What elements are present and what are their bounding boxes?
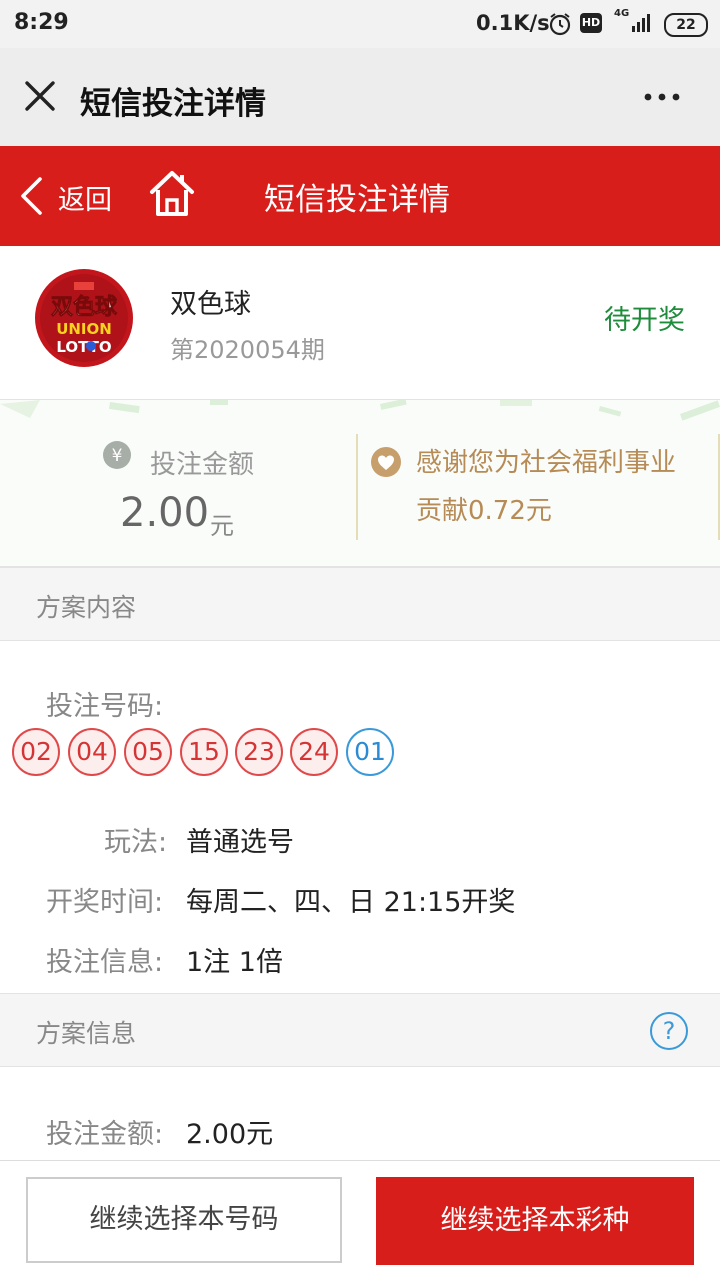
red-ball: 05 <box>124 728 172 776</box>
status-bar: 8:29 0.1K/s HD 4G 22 <box>0 0 720 48</box>
bottom-action-bar: 继续选择本号码 继续选择本彩种 <box>0 1160 720 1281</box>
red-ball: 24 <box>290 728 338 776</box>
bet-info-value: 1注 1倍 <box>186 947 283 978</box>
amount-label: 投注金额 <box>150 450 255 480</box>
red-ball: 04 <box>68 728 116 776</box>
help-icon[interactable]: ? <box>650 1012 688 1050</box>
lottery-name: 双色球 <box>170 289 251 320</box>
more-icon[interactable] <box>640 82 684 112</box>
app-bar-title: 短信投注详情 <box>80 86 266 122</box>
network-speed: 0.1K/s <box>476 11 550 35</box>
page-header: 返回 短信投注详情 <box>0 146 720 246</box>
red-ball: 15 <box>180 728 228 776</box>
plan-amount-value: 2.00元 <box>186 1119 274 1150</box>
amount-unit: 元 <box>210 512 234 540</box>
home-icon[interactable] <box>148 168 196 218</box>
continue-numbers-button[interactable]: 继续选择本号码 <box>26 1177 342 1263</box>
chevron-left-icon <box>21 177 42 215</box>
app-bar: 短信投注详情 <box>0 48 720 146</box>
amount-panel: ¥ 投注金额 2.00 元 感谢您为社会福利事业 贡献0.72元 <box>0 400 720 567</box>
lottery-issue: 第2020054期 <box>170 336 325 364</box>
blue-ball: 01 <box>346 728 394 776</box>
alarm-icon <box>549 13 571 36</box>
logo-text-mid: UNION <box>56 320 112 338</box>
plan-content-header: 方案内容 <box>0 567 720 641</box>
thanks-line-2: 贡献0.72元 <box>416 496 552 526</box>
logo-text-bot: LOTTO <box>56 338 111 356</box>
bet-info-label: 投注信息: <box>46 947 164 978</box>
draw-time-value: 每周二、四、日 21:15开奖 <box>186 887 516 918</box>
continue-lottery-button[interactable]: 继续选择本彩种 <box>376 1177 694 1265</box>
draw-time-label: 开奖时间: <box>46 887 164 918</box>
bet-numbers-label: 投注号码: <box>46 691 164 722</box>
network-type: 4G <box>614 8 630 19</box>
play-label: 玩法: <box>104 827 168 858</box>
plan-info-header: 方案信息 ? <box>0 993 720 1067</box>
union-lotto-logo-icon: 双色球 UNION LOTTO <box>35 269 133 367</box>
battery-icon: 22 <box>664 13 708 37</box>
plan-content-title: 方案内容 <box>36 593 137 622</box>
back-button[interactable]: 返回 <box>18 174 128 218</box>
draw-status: 待开奖 <box>604 305 685 336</box>
signal-icon <box>632 14 650 32</box>
play-value: 普通选号 <box>186 827 294 858</box>
logo-text-top: 双色球 <box>51 294 118 320</box>
close-icon[interactable] <box>22 78 58 114</box>
plan-amount-label: 投注金额: <box>46 1119 164 1150</box>
back-label: 返回 <box>58 185 112 216</box>
lottery-logo: 双色球 UNION LOTTO <box>34 268 134 368</box>
plan-info-title: 方案信息 <box>36 1019 137 1048</box>
lottery-info: 双色球 UNION LOTTO 双色球 第2020054期 待开奖 <box>0 246 720 400</box>
svg-text:¥: ¥ <box>112 446 123 466</box>
red-ball: 02 <box>12 728 60 776</box>
amount-value: 2.00 <box>120 490 210 536</box>
heart-coin-icon <box>371 447 401 477</box>
page-title: 短信投注详情 <box>264 182 450 218</box>
status-time: 8:29 <box>14 10 69 35</box>
decorative-pattern <box>0 400 720 421</box>
yen-coin-icon: ¥ <box>103 441 131 469</box>
thanks-line-1: 感谢您为社会福利事业 <box>416 448 677 478</box>
divider <box>356 434 358 540</box>
red-ball: 23 <box>235 728 283 776</box>
hd-icon: HD <box>580 13 602 33</box>
